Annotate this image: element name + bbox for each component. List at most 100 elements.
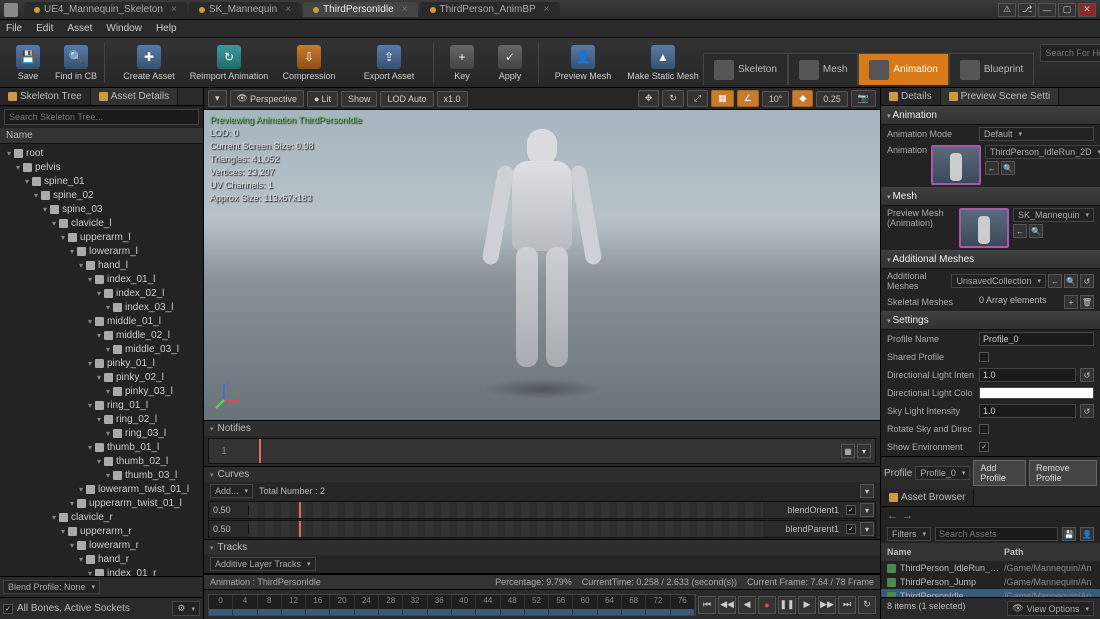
expand-arrow-icon[interactable]: ▾ xyxy=(49,513,59,522)
category-mesh[interactable]: Mesh xyxy=(881,187,1100,206)
expand-arrow-icon[interactable]: ▾ xyxy=(94,289,104,298)
expand-arrow-icon[interactable]: ▾ xyxy=(49,219,59,228)
document-tab[interactable]: UE4_Mannequin_Skeleton× xyxy=(24,2,187,17)
curve-menu-icon[interactable]: ▾ xyxy=(860,503,874,517)
user-icon[interactable]: 👤 xyxy=(1080,527,1094,541)
toolbar-reimport-animation[interactable]: ↻Reimport Animation xyxy=(189,40,269,86)
bone-node[interactable]: ▾clavicle_l xyxy=(0,216,203,230)
add-profile-button[interactable]: Add Profile xyxy=(973,460,1026,486)
notify-track[interactable]: 1 ▦▾ xyxy=(208,438,876,464)
remove-profile-button[interactable]: Remove Profile xyxy=(1029,460,1097,486)
menu-window[interactable]: Window xyxy=(106,23,142,34)
expand-arrow-icon[interactable]: ▾ xyxy=(94,415,104,424)
bone-node[interactable]: ▾middle_02_l xyxy=(0,328,203,342)
bone-node[interactable]: ▾pinky_03_l xyxy=(0,384,203,398)
angle-snap-button[interactable]: ∠ xyxy=(737,90,759,107)
view-options-dropdown[interactable]: 👁 View Options xyxy=(1007,601,1094,616)
curve-row[interactable]: 0.50blendParent1✓▾ xyxy=(208,520,876,538)
clear-array-icon[interactable]: 🗑 xyxy=(1080,295,1094,309)
add-element-icon[interactable]: + xyxy=(1064,295,1078,309)
bone-node[interactable]: ▾pinky_02_l xyxy=(0,370,203,384)
bone-node[interactable]: ▾spine_02 xyxy=(0,188,203,202)
expand-arrow-icon[interactable]: ▾ xyxy=(76,555,86,564)
expand-arrow-icon[interactable]: ▾ xyxy=(58,527,68,536)
animation-thumbnail[interactable] xyxy=(931,145,981,185)
expand-arrow-icon[interactable]: ▾ xyxy=(85,359,95,368)
source-control-icon[interactable]: ⎇ xyxy=(1018,3,1036,17)
browse-icon[interactable]: ← xyxy=(1013,224,1027,238)
tab-details[interactable]: Details xyxy=(881,88,941,105)
expand-arrow-icon[interactable]: ▾ xyxy=(58,233,68,242)
notify-menu-icon[interactable]: ▾ xyxy=(857,444,871,458)
expand-arrow-icon[interactable]: ▾ xyxy=(31,191,41,200)
scale-snap-button[interactable]: ◆ xyxy=(792,90,813,107)
nav-back-icon[interactable]: ← xyxy=(887,510,898,522)
loop-button[interactable]: ↻ xyxy=(858,596,876,614)
to-start-button[interactable]: ⏮ xyxy=(698,596,716,614)
play-button[interactable]: ▶ xyxy=(798,596,816,614)
animation-asset-dropdown[interactable]: ThirdPerson_IdleRun_2D xyxy=(985,145,1100,159)
expand-arrow-icon[interactable]: ▾ xyxy=(67,541,77,550)
mode-tab-skeleton[interactable]: Skeleton xyxy=(703,53,788,85)
expand-arrow-icon[interactable]: ▾ xyxy=(103,429,113,438)
menu-asset[interactable]: Asset xyxy=(67,23,92,34)
show-env-checkbox[interactable]: ✓ xyxy=(979,442,989,452)
preview-mesh-dropdown[interactable]: SK_Mannequin xyxy=(1013,208,1094,222)
show-dropdown[interactable]: Show xyxy=(341,91,378,107)
toolbar-apply[interactable]: ✓Apply xyxy=(486,40,534,86)
reset-icon[interactable]: ↺ xyxy=(1080,404,1094,418)
reset-icon[interactable]: ↺ xyxy=(1080,274,1094,288)
toolbar-compression[interactable]: ⇩Compression xyxy=(269,40,349,86)
playback-speed[interactable]: x1.0 xyxy=(437,91,468,107)
close-tab-icon[interactable]: × xyxy=(544,4,550,15)
skeleton-tree[interactable]: ▾root▾pelvis▾spine_01▾spine_02▾spine_03▾… xyxy=(0,144,203,576)
bone-node[interactable]: ▾lowerarm_r xyxy=(0,538,203,552)
frame-ruler[interactable]: 0481216202428323640444852566064687276 xyxy=(208,594,696,616)
curve-row[interactable]: 0.50blendOrient1✓▾ xyxy=(208,501,876,519)
close-tab-icon[interactable]: × xyxy=(285,4,291,15)
expand-arrow-icon[interactable]: ▾ xyxy=(94,457,104,466)
bone-node[interactable]: ▾ring_03_l xyxy=(0,426,203,440)
asset-col-name[interactable]: Name xyxy=(887,547,1000,557)
options-dropdown[interactable]: ⚙ xyxy=(172,601,200,616)
bone-node[interactable]: ▾index_01_l xyxy=(0,272,203,286)
menu-edit[interactable]: Edit xyxy=(36,23,53,34)
curves-add-button[interactable]: Add... xyxy=(210,484,253,498)
asset-row[interactable]: ThirdPerson_IdleRun_2D/Game/Mannequin/An xyxy=(881,561,1100,575)
asset-search-input[interactable] xyxy=(935,527,1058,541)
expand-arrow-icon[interactable]: ▾ xyxy=(94,373,104,382)
notify-grid-icon[interactable]: ▦ xyxy=(841,444,855,458)
minimize-button[interactable]: — xyxy=(1038,3,1056,17)
bone-node[interactable]: ▾root xyxy=(0,146,203,160)
step-back-button[interactable]: ◀◀ xyxy=(718,596,736,614)
scale-gizmo-button[interactable]: ⤢ xyxy=(687,90,708,107)
bone-node[interactable]: ▾spine_01 xyxy=(0,174,203,188)
category-settings[interactable]: Settings xyxy=(881,311,1100,330)
expand-arrow-icon[interactable]: ▾ xyxy=(22,177,32,186)
rotate-sky-checkbox[interactable] xyxy=(979,424,989,434)
bone-node[interactable]: ▾hand_l xyxy=(0,258,203,272)
bone-node[interactable]: ▾middle_01_l xyxy=(0,314,203,328)
profile-dropdown[interactable]: Profile_0 xyxy=(915,466,970,480)
asset-row[interactable]: ThirdPersonIdle/Game/Mannequin/An xyxy=(881,589,1100,597)
bone-node[interactable]: ▾thumb_02_l xyxy=(0,454,203,468)
expand-arrow-icon[interactable]: ▾ xyxy=(85,275,95,284)
lod-dropdown[interactable]: LOD Auto xyxy=(380,91,433,107)
expand-arrow-icon[interactable]: ▾ xyxy=(94,331,104,340)
mode-tab-animation[interactable]: Animation xyxy=(858,53,948,85)
mode-tab-blueprint[interactable]: Blueprint xyxy=(949,53,1034,85)
bone-node[interactable]: ▾index_03_l xyxy=(0,300,203,314)
translate-gizmo-button[interactable]: ✥ xyxy=(638,90,660,107)
blend-profile-dropdown[interactable]: Blend Profile: None xyxy=(3,580,100,594)
bone-node[interactable]: ▾middle_03_l xyxy=(0,342,203,356)
expand-arrow-icon[interactable]: ▾ xyxy=(67,247,77,256)
asset-col-path[interactable]: Path xyxy=(1004,547,1094,557)
document-tab[interactable]: ThirdPerson_AnimBP× xyxy=(420,2,560,17)
menu-help[interactable]: Help xyxy=(156,23,177,34)
to-end-button[interactable]: ⏭ xyxy=(838,596,856,614)
expand-arrow-icon[interactable]: ▾ xyxy=(85,443,95,452)
bone-node[interactable]: ▾upperarm_r xyxy=(0,524,203,538)
bone-node[interactable]: ▾clavicle_r xyxy=(0,510,203,524)
bone-node[interactable]: ▾upperarm_l xyxy=(0,230,203,244)
toolbar-key[interactable]: +Key xyxy=(438,40,486,86)
